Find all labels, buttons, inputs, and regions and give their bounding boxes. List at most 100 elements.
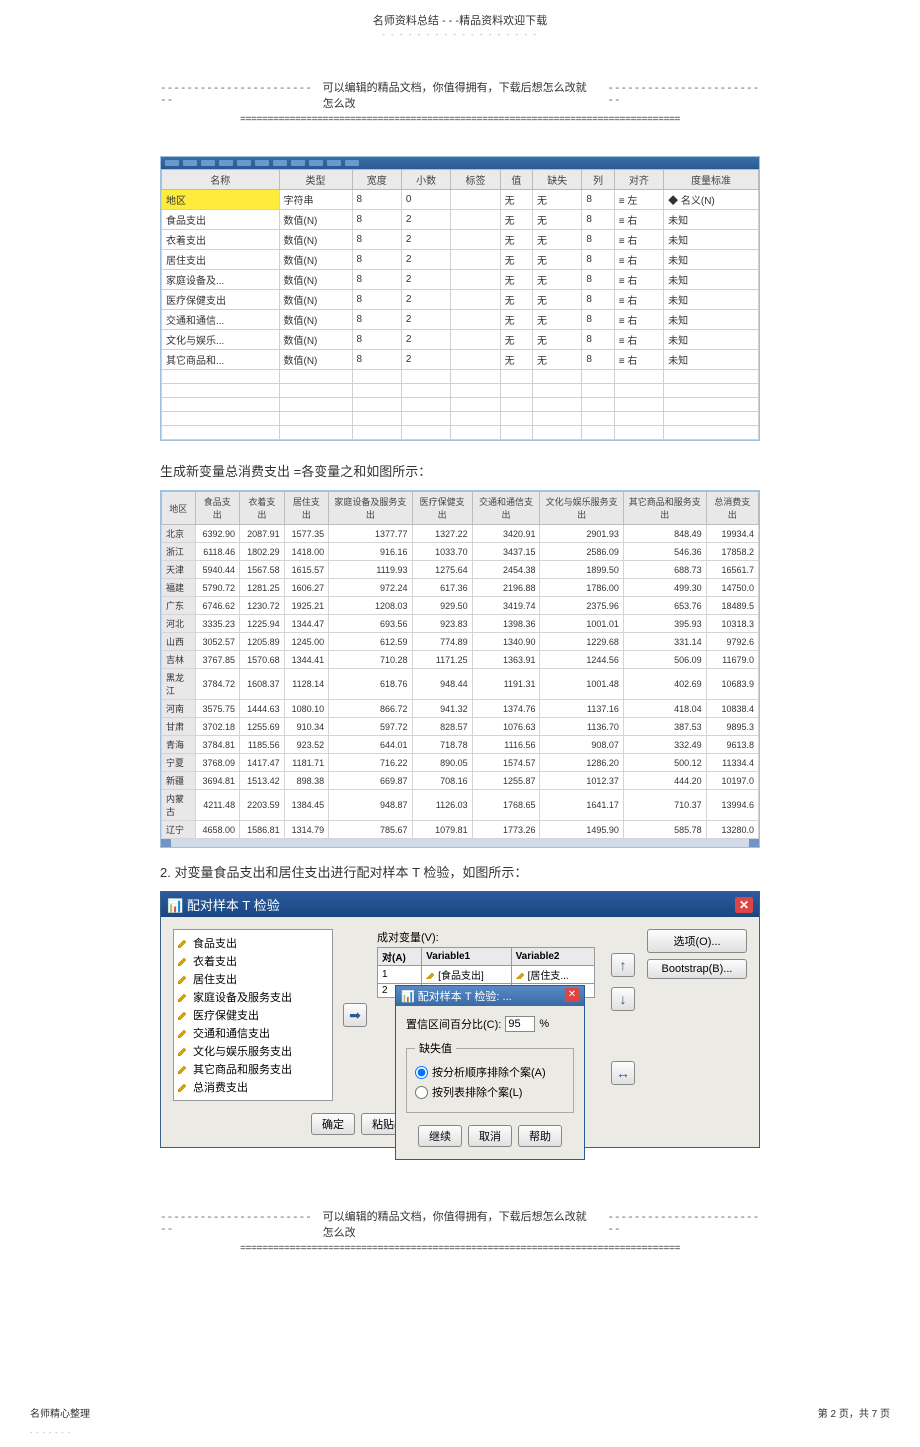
data-cell[interactable]: 3694.81 <box>195 772 240 790</box>
var-cell[interactable]: 无 <box>533 250 582 270</box>
var-empty-cell[interactable] <box>614 370 663 384</box>
var-cell[interactable] <box>451 210 500 230</box>
variable-list-item[interactable]: 文化与娱乐服务支出 <box>178 1042 328 1060</box>
scroll-left-button[interactable] <box>161 839 171 847</box>
var-empty-cell[interactable] <box>664 370 759 384</box>
var-col-header[interactable]: 宽度 <box>352 170 401 190</box>
data-cell[interactable]: 1225.94 <box>240 615 285 633</box>
var-col-header[interactable]: 名称 <box>162 170 280 190</box>
data-cell[interactable]: 941.32 <box>412 700 472 718</box>
data-cell[interactable]: 1606.27 <box>284 579 329 597</box>
data-cell[interactable]: 774.89 <box>412 633 472 651</box>
data-cell[interactable]: 1286.20 <box>540 754 623 772</box>
var-cell[interactable]: 无 <box>500 290 532 310</box>
data-cell[interactable]: 499.30 <box>623 579 706 597</box>
var-cell[interactable]: 无 <box>500 310 532 330</box>
var-empty-cell[interactable] <box>614 398 663 412</box>
var-empty-cell[interactable] <box>451 426 500 440</box>
data-cell[interactable]: 宁夏 <box>162 754 196 772</box>
var-cell[interactable]: 无 <box>500 270 532 290</box>
data-cell[interactable]: 1230.72 <box>240 597 285 615</box>
data-cell[interactable]: 710.37 <box>623 790 706 821</box>
data-cell[interactable]: 广东 <box>162 597 196 615</box>
data-cell[interactable]: 1119.93 <box>329 561 412 579</box>
var-row[interactable]: 文化与娱乐...数值(N)82无无8≡ 右未知 <box>162 330 759 350</box>
var-empty-cell[interactable] <box>582 398 614 412</box>
var-cell[interactable]: 8 <box>582 290 614 310</box>
data-cell[interactable]: 923.52 <box>284 736 329 754</box>
data-col-header[interactable]: 总消费支出 <box>706 492 758 525</box>
pair-col-header[interactable]: 对(A) <box>378 948 422 966</box>
data-col-header[interactable]: 食品支出 <box>195 492 240 525</box>
data-cell[interactable]: 河北 <box>162 615 196 633</box>
var-empty-cell[interactable] <box>352 384 401 398</box>
data-cell[interactable]: 1786.00 <box>540 579 623 597</box>
data-cell[interactable]: 898.38 <box>284 772 329 790</box>
var-empty-cell[interactable] <box>401 412 450 426</box>
var-cell[interactable]: 8 <box>352 290 401 310</box>
data-cell[interactable]: 1181.71 <box>284 754 329 772</box>
variable-list-item[interactable]: 家庭设备及服务支出 <box>178 988 328 1006</box>
data-row[interactable]: 山西3052.571205.891245.00612.59774.891340.… <box>162 633 759 651</box>
var-cell[interactable]: 交通和通信... <box>162 310 280 330</box>
data-cell[interactable]: 3784.72 <box>195 669 240 700</box>
var-cell[interactable]: 8 <box>352 210 401 230</box>
data-cell[interactable]: 1495.90 <box>540 821 623 839</box>
var-cell[interactable]: 8 <box>352 330 401 350</box>
var-cell[interactable]: 食品支出 <box>162 210 280 230</box>
var-row[interactable]: 医疗保健支出数值(N)82无无8≡ 右未知 <box>162 290 759 310</box>
var-cell[interactable]: 8 <box>582 350 614 370</box>
data-row[interactable]: 福建5790.721281.251606.27972.24617.362196.… <box>162 579 759 597</box>
var-cell[interactable]: 无 <box>533 190 582 210</box>
var-cell[interactable]: 未知 <box>664 330 759 350</box>
variable-list-item[interactable]: 交通和通信支出 <box>178 1024 328 1042</box>
scroll-track[interactable] <box>171 839 749 847</box>
pair-num[interactable]: 1 <box>378 966 422 984</box>
var-cell[interactable] <box>451 290 500 310</box>
data-table[interactable]: 地区食品支出衣着支出居住支出家庭设备及服务支出医疗保健支出交通和通信支出文化与娱… <box>161 491 759 839</box>
data-cell[interactable]: 1344.41 <box>284 651 329 669</box>
data-cell[interactable]: 1126.03 <box>412 790 472 821</box>
variable-table[interactable]: 名称类型宽度小数标签值缺失列对齐度量标准 地区字符串80无无8≡ 左◆ 名义(N… <box>161 169 759 440</box>
data-cell[interactable]: 天津 <box>162 561 196 579</box>
var-cell[interactable]: 数值(N) <box>279 350 352 370</box>
data-cell[interactable]: 吉林 <box>162 651 196 669</box>
var-cell[interactable]: 8 <box>582 270 614 290</box>
data-cell[interactable]: 1314.79 <box>284 821 329 839</box>
var-cell[interactable]: 字符串 <box>279 190 352 210</box>
var-empty-cell[interactable] <box>664 426 759 440</box>
sub-cancel-button[interactable]: 取消 <box>468 1125 512 1147</box>
data-cell[interactable]: 3335.23 <box>195 615 240 633</box>
var-cell[interactable]: 未知 <box>664 290 759 310</box>
var-cell[interactable]: 衣着支出 <box>162 230 280 250</box>
var-empty-cell[interactable] <box>533 384 582 398</box>
move-down-button[interactable]: ↓ <box>611 987 635 1011</box>
data-cell[interactable]: 718.78 <box>412 736 472 754</box>
var-cell[interactable]: ≡ 右 <box>614 210 663 230</box>
var-empty-cell[interactable] <box>500 398 532 412</box>
var-cell[interactable] <box>451 350 500 370</box>
data-cell[interactable]: 1344.47 <box>284 615 329 633</box>
data-cell[interactable]: 浙江 <box>162 543 196 561</box>
data-cell[interactable]: 1340.90 <box>472 633 540 651</box>
var-cell[interactable] <box>451 270 500 290</box>
data-cell[interactable]: 1641.17 <box>540 790 623 821</box>
var-empty-cell[interactable] <box>451 384 500 398</box>
data-cell[interactable]: 948.87 <box>329 790 412 821</box>
var-cell[interactable]: ≡ 右 <box>614 290 663 310</box>
data-cell[interactable]: 1444.63 <box>240 700 285 718</box>
var-cell[interactable]: 无 <box>500 190 532 210</box>
data-cell[interactable]: 1586.81 <box>240 821 285 839</box>
data-row[interactable]: 宁夏3768.091417.471181.71716.22890.051574.… <box>162 754 759 772</box>
data-cell[interactable]: 1255.87 <box>472 772 540 790</box>
var-empty-cell[interactable] <box>451 398 500 412</box>
pair-col-header[interactable]: Variable2 <box>511 948 594 966</box>
variable-list-item[interactable]: 衣着支出 <box>178 952 328 970</box>
data-cell[interactable]: 18489.5 <box>706 597 758 615</box>
data-row[interactable]: 新疆3694.811513.42898.38669.87708.161255.8… <box>162 772 759 790</box>
radio-listwise-input[interactable] <box>415 1086 428 1099</box>
scroll-right-button[interactable] <box>749 839 759 847</box>
var-cell[interactable]: ≡ 右 <box>614 270 663 290</box>
var-cell[interactable]: 无 <box>533 230 582 250</box>
data-cell[interactable]: 1615.57 <box>284 561 329 579</box>
